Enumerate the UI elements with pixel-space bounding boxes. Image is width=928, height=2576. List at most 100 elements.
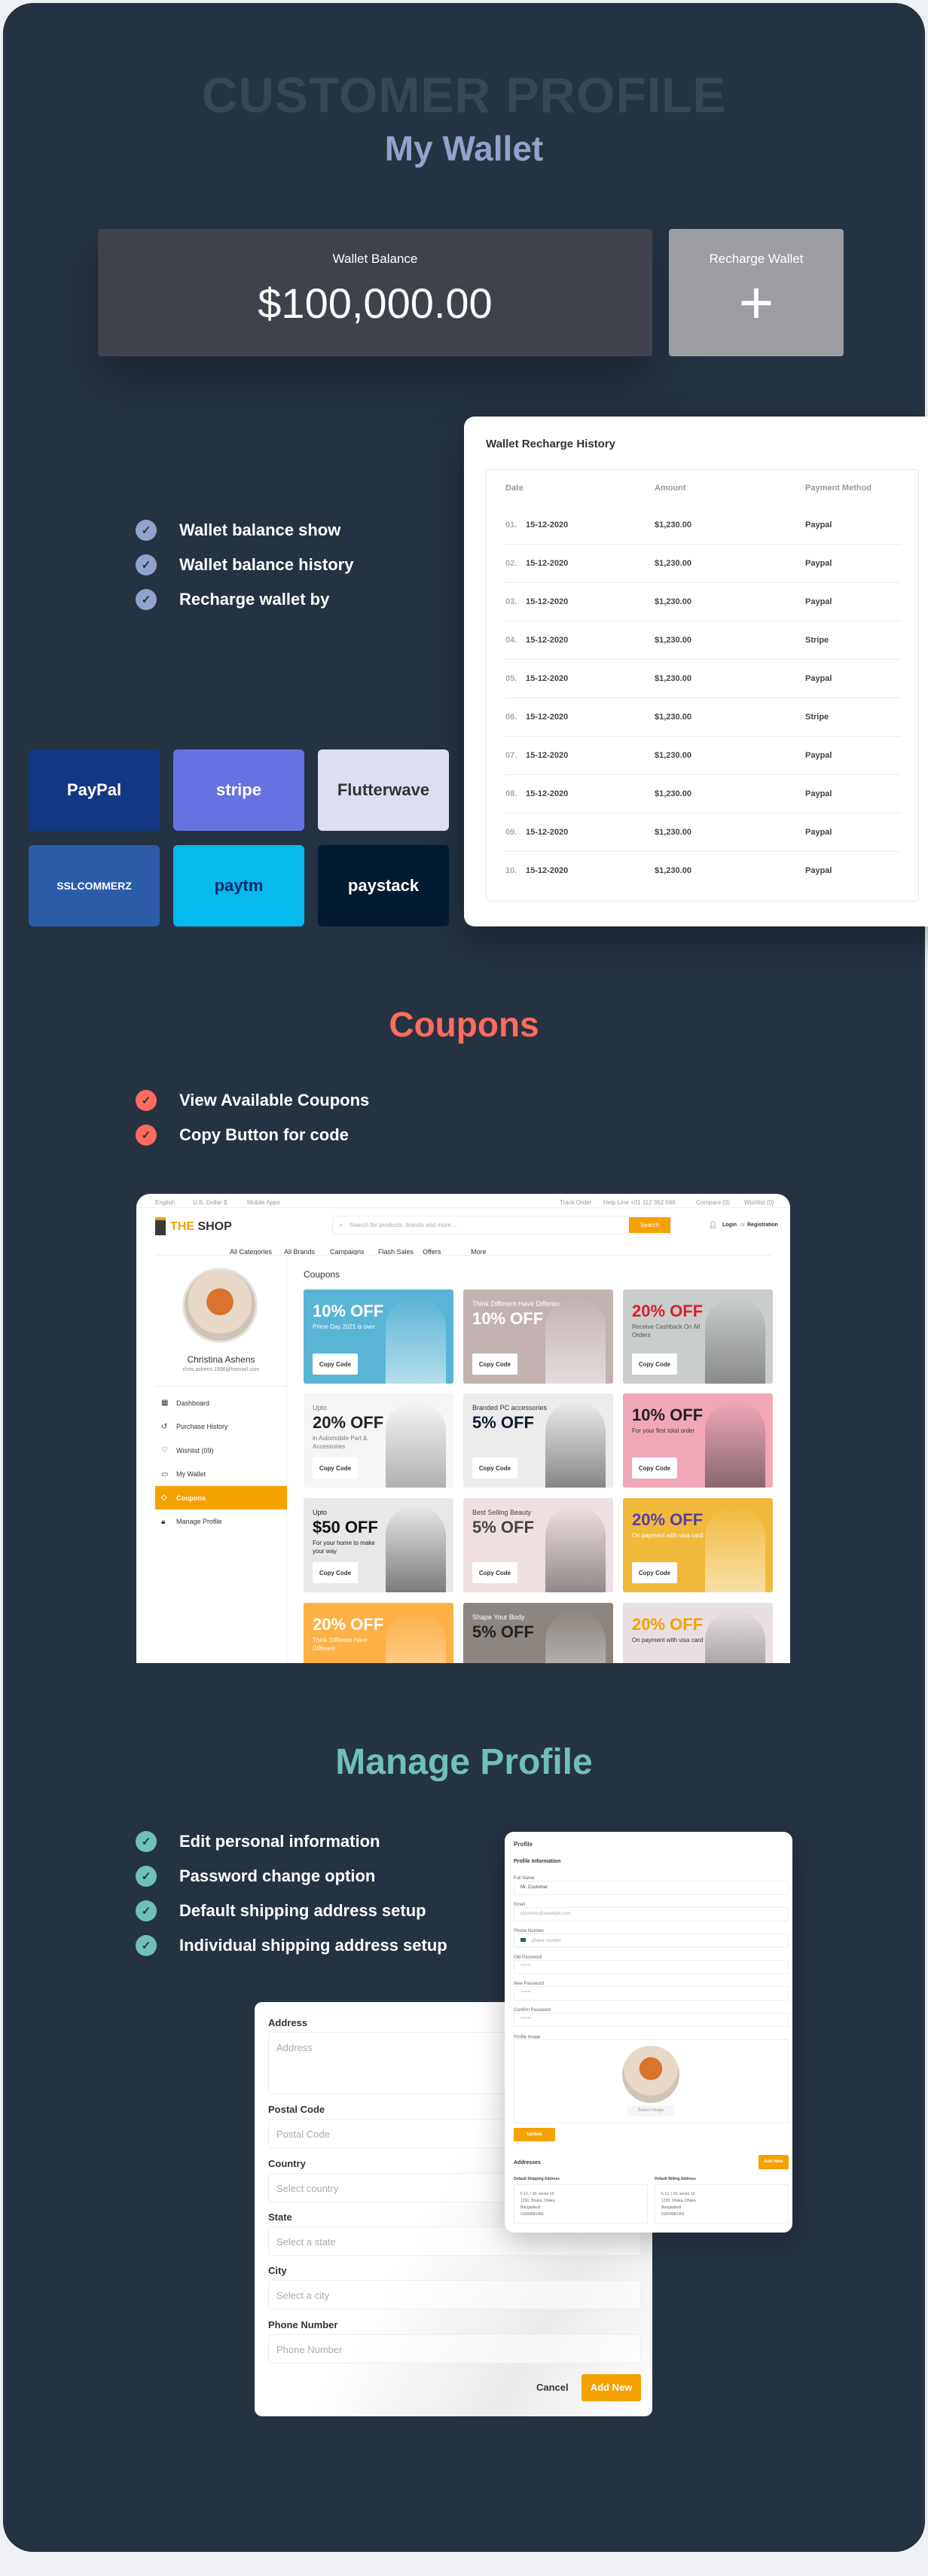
form-label: Country [268,2158,306,2169]
user-email: chris.ashens.1996@hotmail.com [182,1367,260,1372]
select-image-button[interactable]: Select Image [627,2105,674,2117]
copy-code-button[interactable]: Copy Code [632,1354,677,1375]
language-select[interactable]: English [155,1199,175,1206]
row-number: 01. [505,520,517,530]
copy-code-button[interactable]: Copy Code [472,1562,517,1583]
row-method: Paypal [805,866,832,875]
search-input[interactable]: ⌕ Search for products, brands and more .… [332,1216,671,1235]
city-input[interactable]: Select a city [268,2280,641,2309]
currency-select[interactable]: U.S. Dollar $ [193,1199,227,1206]
check-icon: ✓ [136,1125,157,1146]
feature-text: Wallet balance show [179,520,341,539]
check-icon: ✓ [136,1935,157,1956]
feature-text: Copy Button for code [179,1125,349,1144]
profile-image-box: Select Image [514,2039,789,2123]
divider [136,1207,790,1208]
wallet-balance-amount: $100,000.00 [258,279,493,327]
profile-field-input[interactable]: ****** [514,1986,789,2001]
coupons-heading: Coupons [389,1005,539,1044]
cancel-button[interactable]: Cancel [536,2382,569,2393]
row-date: 15-12-2020 [526,866,569,875]
sidebar-item-coupons[interactable]: ◇ Coupons [155,1486,287,1509]
update-button[interactable]: Update [514,2128,555,2141]
row-amount: $1,230.00 [655,789,691,798]
login-link[interactable]: Login [722,1222,737,1228]
row-method: Stripe [805,713,829,722]
field-value: ****** [520,1964,532,1969]
copy-code-button[interactable]: Copy Code [472,1457,517,1479]
add-new-button[interactable]: Add New [582,2374,641,2401]
feature-text: Recharge wallet by [179,590,330,609]
profile-field-input[interactable]: ****** [514,1960,789,1974]
compare-link[interactable]: Compare (0) [696,1199,730,1206]
feature-text: Edit personal information [179,1832,380,1851]
add-new-address-button[interactable]: Add New [759,2155,789,2169]
profile-field-input[interactable]: customer@example.com [514,1907,789,1921]
table-row: 05. 15-12-2020 $1,230.00 Paypal [505,660,901,698]
copy-code-button[interactable]: Copy Code [632,1562,677,1583]
page-title: CUSTOMER PROFILE [201,67,727,123]
sidebar-item-purchase[interactable]: ↺ Purchase History [155,1415,287,1439]
billing-address-label: Default Billing Address [655,2177,696,2181]
form-label: State [268,2211,292,2223]
profile-field-input[interactable]: ****** [514,2013,789,2027]
row-date: 15-12-2020 [526,674,569,683]
search-placeholder: Search for products, brands and more ... [350,1222,458,1228]
field-value: phone number [532,1939,561,1943]
feature-text: View Available Coupons [179,1091,370,1109]
sidebar-item-my[interactable]: ▭ My Wallet [155,1463,287,1486]
sidebar-item-dashboard[interactable]: ▦ Dashboard [155,1391,287,1415]
payment-logo-paytm: paytm [173,845,304,926]
table-row: 02. 15-12-2020 $1,230.00 Paypal [505,545,901,583]
coupon-caption: Upto [313,1404,328,1412]
search-button[interactable]: Search [629,1217,670,1233]
mobile-apps-link[interactable]: Mobile Apps [247,1199,280,1206]
row-date: 15-12-2020 [526,597,569,606]
plus-icon: + [738,269,774,336]
feature-item: ✓ Individual shipping address setup [136,1935,447,1956]
row-date: 15-12-2020 [526,636,569,645]
registration-link[interactable]: Registration [747,1222,778,1228]
shipping-address-label: Default Shipping Address [514,2177,560,2181]
coupon-card: 10% OFF For your first total order Copy Co… [623,1393,773,1488]
coupon-discount: 20% OFF [632,1615,704,1634]
row-number: 05. [505,674,517,683]
copy-code-button[interactable]: Copy Code [632,1457,677,1479]
logo-shop: SHOP [197,1220,232,1233]
sidebar-item-manage[interactable]: 🔒︎ Manage Profile [155,1510,287,1534]
logo-the: THE [170,1220,194,1233]
check-icon: ✓ [136,1900,157,1921]
copy-code-button[interactable]: Copy Code [313,1354,358,1375]
recharge-wallet-button[interactable]: Recharge Wallet + [669,229,844,356]
row-number: 10. [505,866,517,875]
coupons-page-title: Coupons [304,1269,340,1280]
address-line: 1230, Dhaka, Dhaka [520,2199,555,2203]
phone-number-input[interactable]: Phone Number [268,2334,641,2364]
profile-avatar [622,2046,679,2103]
track-order-link[interactable]: Track Order [560,1199,591,1206]
coupon-discount: 5% OFF [472,1518,534,1537]
heart-icon: ♡ [161,1446,168,1454]
coupon-description: For your home to make your way [313,1540,375,1555]
row-date: 15-12-2020 [526,751,569,760]
grid-icon: ▦ [161,1399,169,1407]
field-value: ****** [520,1991,532,1995]
wishlist-link[interactable]: Wishlist (0) [744,1199,774,1206]
payment-logo-sslcommerz: SSLCOMMERZ [29,845,160,926]
row-method: Stripe [805,636,829,645]
copy-code-button[interactable]: Copy Code [313,1562,358,1583]
shop-logo[interactable]: THE SHOP [170,1220,232,1234]
table-row: 09. 15-12-2020 $1,230.00 Paypal [505,813,901,852]
profile-field-input[interactable]: Mr. Customer [514,1881,789,1895]
coupon-discount: 5% OFF [472,1413,534,1432]
row-method: Paypal [805,597,832,606]
coupon-discount: 20% OFF [313,1615,384,1634]
copy-code-button[interactable]: Copy Code [472,1354,517,1375]
copy-code-button[interactable]: Copy Code [313,1457,358,1479]
table-row: 03. 15-12-2020 $1,230.00 Paypal [505,583,901,621]
search-icon: ⌕ [339,1221,343,1228]
row-method: Paypal [805,559,832,568]
profile-field-input[interactable]: phone number [514,1934,789,1948]
payment-logo-paystack: paystack [318,845,449,926]
sidebar-item-wishlist[interactable]: ♡ Wishlist (09) [155,1439,287,1462]
